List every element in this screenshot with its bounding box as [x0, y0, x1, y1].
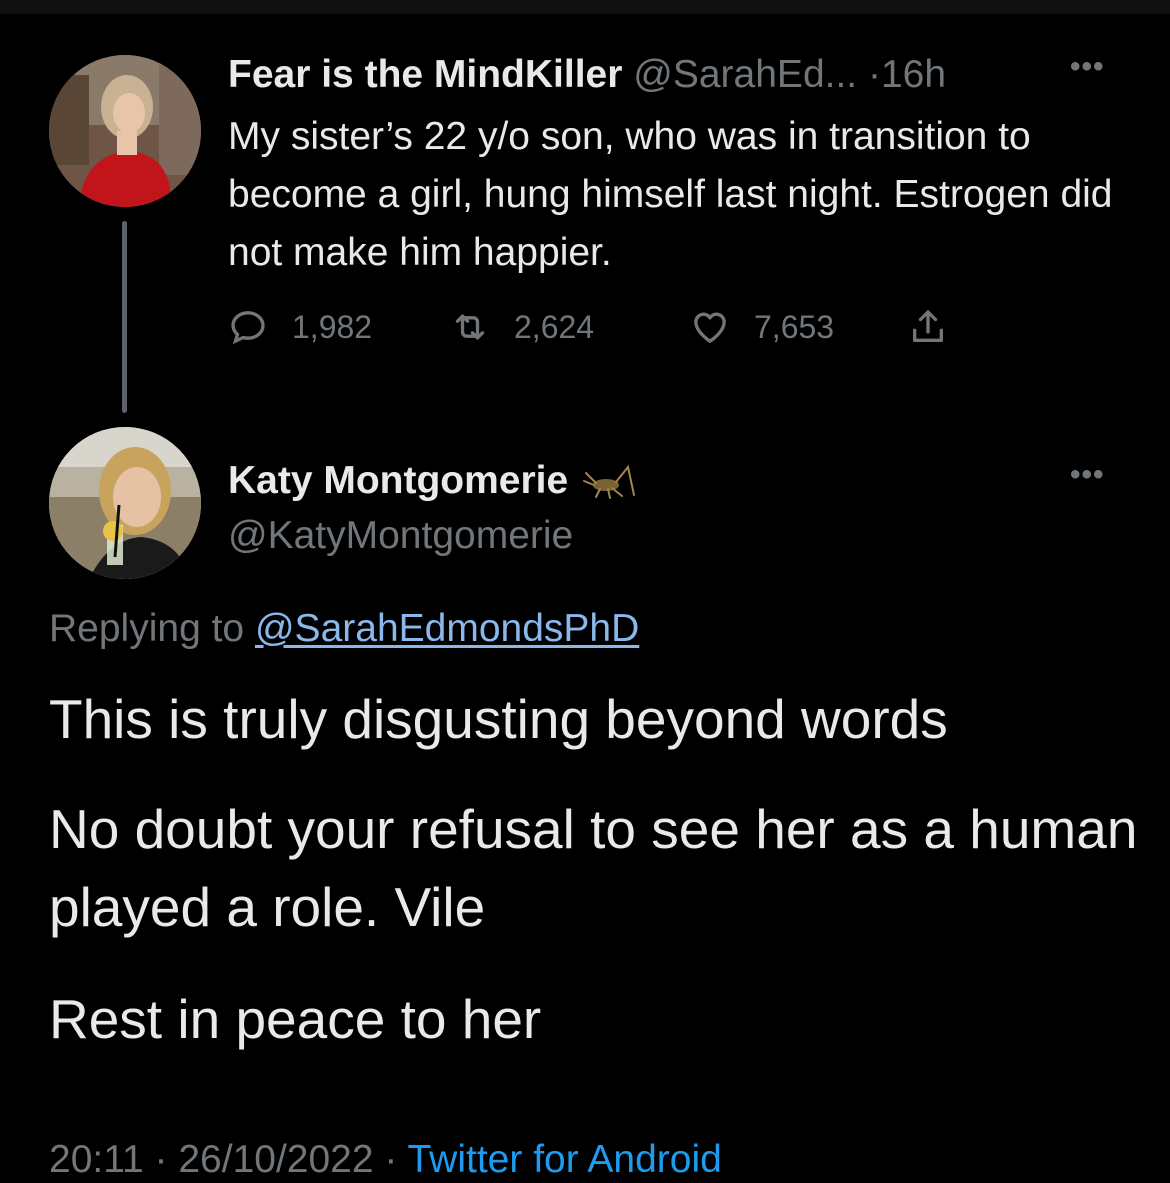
more-options-icon[interactable]: ••• — [1070, 458, 1105, 492]
avatar[interactable] — [49, 427, 201, 579]
reply-icon — [228, 307, 268, 347]
cricket-icon — [568, 461, 640, 501]
tweet-header: Fear is the MindKiller @SarahEd... ·16h — [228, 52, 946, 98]
tweet-source-link[interactable]: Twitter for Android — [408, 1138, 722, 1181]
display-name[interactable]: Katy Montgomerie — [228, 458, 640, 504]
share-icon — [908, 307, 948, 347]
like-button[interactable]: 7,653 — [690, 303, 834, 351]
tweet-timestamp[interactable]: 16h — [881, 53, 946, 96]
status-strip — [0, 0, 1170, 14]
mention-link[interactable]: @SarahEdmondsPhD — [255, 607, 639, 650]
tweet-actions: 1,982 2,624 7,653 — [228, 303, 988, 351]
retweet-icon — [450, 307, 490, 347]
tweet-paragraph: Rest in peace to her — [49, 988, 542, 1050]
user-handle[interactable]: @SarahEd... — [633, 53, 857, 96]
separator-dot: · — [867, 53, 881, 96]
replying-to-line: Replying to @SarahEdmondsPhD — [49, 605, 639, 653]
user-handle[interactable]: @KatyMontgomerie — [228, 513, 573, 559]
tweet-text: My sister’s 22 y/o son, who was in trans… — [228, 115, 1113, 274]
retweet-count: 2,624 — [514, 308, 595, 345]
avatar-photo — [49, 427, 201, 579]
display-name[interactable]: Fear is the MindKiller — [228, 53, 622, 96]
replying-label: Replying to — [49, 607, 245, 650]
reply-button[interactable]: 1,982 — [228, 303, 372, 351]
heart-icon — [690, 307, 730, 347]
tweet-datetime[interactable]: 20:11 · 26/10/2022 · — [49, 1138, 397, 1181]
retweet-button[interactable]: 2,624 — [450, 303, 594, 351]
more-options-icon[interactable]: ••• — [1070, 50, 1105, 84]
tweet-paragraph: No doubt your refusal to see her as a hu… — [49, 798, 1138, 938]
tweet-metadata: 20:11 · 26/10/2022 · Twitter for Android — [49, 1137, 722, 1183]
share-button[interactable] — [908, 303, 948, 351]
like-count: 7,653 — [754, 308, 835, 345]
reply-count: 1,982 — [292, 308, 373, 345]
avatar[interactable] — [49, 55, 201, 207]
thread-connector — [122, 221, 127, 413]
avatar-photo — [49, 55, 201, 207]
tweet-paragraph: This is truly disgusting beyond words — [49, 688, 948, 750]
display-name-text: Katy Montgomerie — [228, 459, 569, 502]
